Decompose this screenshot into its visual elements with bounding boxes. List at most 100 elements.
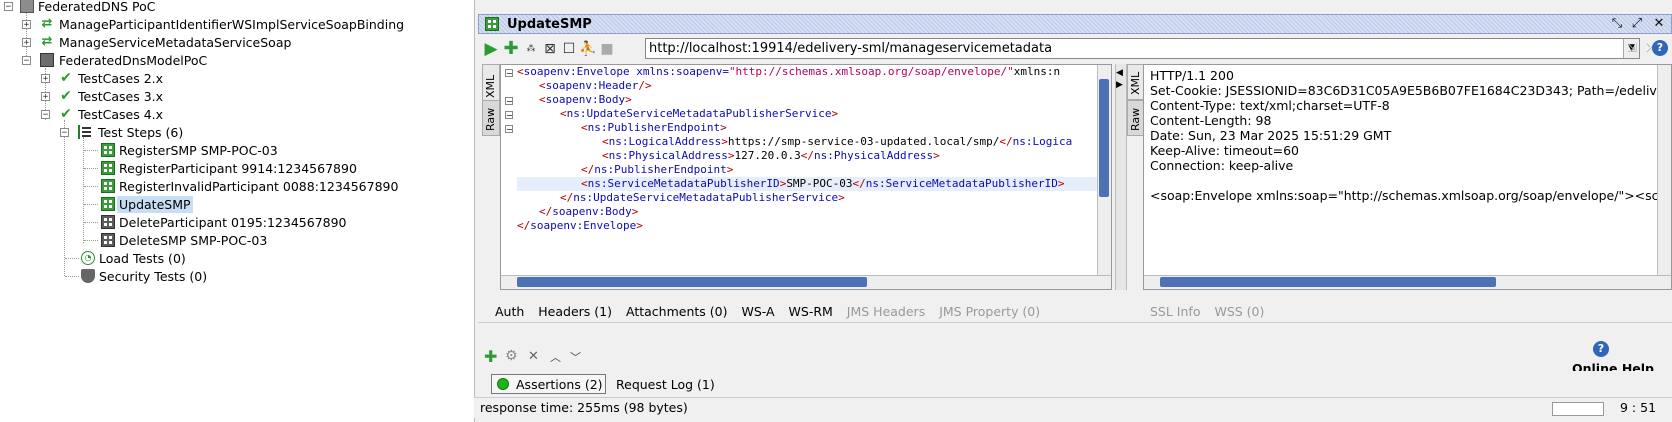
close-icon[interactable]: ✕ — [1651, 16, 1667, 32]
disabled-request-icon — [101, 215, 115, 229]
status-ok-icon — [497, 378, 509, 390]
request-xml-editor[interactable]: − − − − <soapenv:Envelope xmlns:soapenv=… — [500, 64, 1112, 290]
dock-icon[interactable]: ⤡ — [1609, 16, 1625, 32]
tree-item-label: ManageParticipantIdentifierWSImplService… — [59, 17, 405, 32]
tab-ssl-info[interactable]: SSL Info — [1150, 304, 1200, 319]
maximize-icon[interactable]: ⤢ — [1629, 16, 1645, 32]
tree-item-label: Load Tests (0) — [99, 251, 186, 266]
response-line: Date: Sun, 23 Mar 2025 15:51:29 GMT — [1150, 128, 1392, 143]
endpoint-url-field[interactable]: http://localhost:19914/edelivery-sml/man… — [645, 38, 1640, 59]
tree-item-label: DeleteParticipant 0195:1234567890 — [119, 215, 347, 230]
collapse-icon[interactable]: − — [60, 128, 69, 138]
response-tabs: SSL Info WSS (0) — [1150, 304, 1274, 319]
create-empty-request-icon[interactable]: ⊠ — [541, 40, 559, 58]
tree-guide — [26, 8, 27, 60]
scrollbar-thumb[interactable] — [517, 277, 867, 287]
submit-request-icon[interactable]: ▶ — [482, 40, 500, 58]
xml-line: <soapenv:Header/> — [539, 79, 652, 92]
scrollbar-thumb[interactable] — [1099, 79, 1109, 197]
editor-titlebar[interactable]: UpdateSMP ⤡ ⤢ ✕ — [478, 14, 1672, 34]
add-assertion-icon[interactable]: ✚ — [484, 347, 497, 366]
divider — [478, 322, 1672, 323]
expand-icon[interactable]: + — [22, 38, 31, 48]
collapse-icon[interactable]: − — [41, 110, 50, 120]
stop-icon[interactable]: ■ — [598, 40, 616, 58]
expand-icon[interactable]: + — [41, 92, 50, 102]
move-up-icon[interactable]: ︿ — [550, 349, 561, 365]
tree-item-label: DeleteSMP SMP-POC-03 — [119, 233, 268, 248]
xml-line: <ns:LogicalAddress>https://smp-service-0… — [602, 135, 1073, 148]
response-raw-view[interactable]: HTTP/1.1 200 Set-Cookie: JSESSIONID=83C6… — [1143, 64, 1672, 290]
tree-guide — [84, 240, 98, 241]
interface-icon: ⇄ — [41, 16, 53, 31]
expand-icon[interactable]: + — [41, 74, 50, 84]
online-help-link[interactable]: Online Help — [1572, 361, 1654, 371]
tree-guide — [65, 258, 79, 259]
soap-request-icon — [101, 161, 115, 175]
horizontal-scrollbar[interactable] — [501, 275, 1111, 289]
xml-line: <ns:PhysicalAddress>127.20.0.3</ns:Physi… — [602, 149, 940, 162]
format-icon[interactable]: ⁂ — [522, 40, 540, 58]
response-line: <soap:Envelope xmlns:soap="http://schema… — [1150, 188, 1659, 203]
testsuite-icon — [40, 53, 54, 67]
request-log-tab[interactable]: Request Log (1) — [616, 377, 715, 392]
tab-jms-headers[interactable]: JMS Headers — [847, 304, 925, 319]
steps-list-icon — [78, 125, 92, 139]
tree-root-label: FederatedDNS PoC — [38, 0, 156, 14]
response-line: HTTP/1.1 200 — [1150, 68, 1234, 83]
progress-bar — [1552, 402, 1604, 416]
tree-guide — [84, 168, 98, 169]
tree-item-label: TestCases 2.x — [78, 71, 164, 86]
request-tab-raw[interactable]: Raw — [482, 100, 500, 136]
tab-label: Raw — [484, 107, 497, 131]
collapse-icon[interactable]: − — [4, 2, 13, 12]
tab-auth[interactable]: Auth — [495, 304, 524, 319]
assertions-tab[interactable]: Assertions (2) — [491, 374, 606, 394]
tree-item-label: TestCases 4.x — [78, 107, 164, 122]
help-icon[interactable]: ? — [1593, 341, 1609, 357]
response-time: response time: 255ms (98 bytes) — [480, 400, 688, 415]
tab-label: XML — [484, 74, 497, 98]
fold-icon[interactable]: − — [505, 69, 513, 78]
fold-icon[interactable]: − — [505, 125, 513, 134]
collapse-left-icon[interactable]: ◀ — [1116, 68, 1123, 78]
collapse-icon[interactable]: − — [22, 56, 31, 66]
tree-item-label: RegisterInvalidParticipant 0088:12345678… — [119, 179, 399, 194]
assertions-label: Assertions (2) — [516, 377, 603, 392]
gear-icon[interactable]: ⚙ — [505, 348, 518, 364]
tab-wss[interactable]: WSS (0) — [1214, 304, 1264, 319]
workspace-icon — [20, 0, 34, 13]
splitter[interactable] — [1115, 64, 1127, 290]
move-down-icon[interactable]: ﹀ — [570, 349, 581, 365]
vertical-scrollbar[interactable] — [1097, 65, 1111, 277]
xml-line: <soapenv:Envelope xmlns:soapenv="http://… — [517, 65, 1061, 78]
endpoint-url-text: http://localhost:19914/edelivery-sml/man… — [649, 41, 1053, 56]
vertical-scrollbar[interactable] — [1657, 65, 1671, 277]
help-icon[interactable]: ? — [1652, 40, 1668, 56]
xml-line: </ns:PublisherEndpoint> — [581, 163, 734, 176]
tab-ws-a[interactable]: WS-A — [741, 304, 774, 319]
tab-jms-property[interactable]: JMS Property (0) — [939, 304, 1040, 319]
collapse-right-icon[interactable]: ▶ — [1116, 80, 1123, 90]
user-icon[interactable]: ⛹ — [579, 40, 597, 58]
fold-icon[interactable]: − — [505, 111, 513, 120]
tree-guide — [65, 276, 79, 277]
delete-icon[interactable]: ✕ — [528, 349, 539, 364]
tab-attachments[interactable]: Attachments (0) — [626, 304, 727, 319]
scrollbar-thumb[interactable] — [1160, 277, 1496, 287]
horizontal-scrollbar[interactable] — [1144, 275, 1671, 289]
clone-request-icon[interactable]: ☐ — [560, 40, 578, 58]
add-assertion-icon[interactable]: ✚ — [502, 40, 520, 58]
xml-line: <ns:UpdateServiceMetadataPublisherServic… — [560, 107, 839, 120]
tab-headers[interactable]: Headers (1) — [538, 304, 612, 319]
response-line: Connection: keep-alive — [1150, 158, 1294, 173]
endpoint-options-icon[interactable]: ⇲ — [1623, 39, 1641, 57]
response-line: Content-Length: 98 — [1150, 113, 1272, 128]
fold-icon[interactable]: − — [505, 97, 513, 106]
expand-icon[interactable]: + — [22, 20, 31, 30]
tab-ws-rm[interactable]: WS-RM — [789, 304, 833, 319]
tree-item-label: TestCases 3.x — [78, 89, 164, 104]
response-line: Set-Cookie: JSESSIONID=83C6D31C05A9E5B6B… — [1150, 83, 1665, 98]
tree-guide — [84, 222, 98, 223]
tree-item-label: RegisterSMP SMP-POC-03 — [119, 143, 278, 158]
